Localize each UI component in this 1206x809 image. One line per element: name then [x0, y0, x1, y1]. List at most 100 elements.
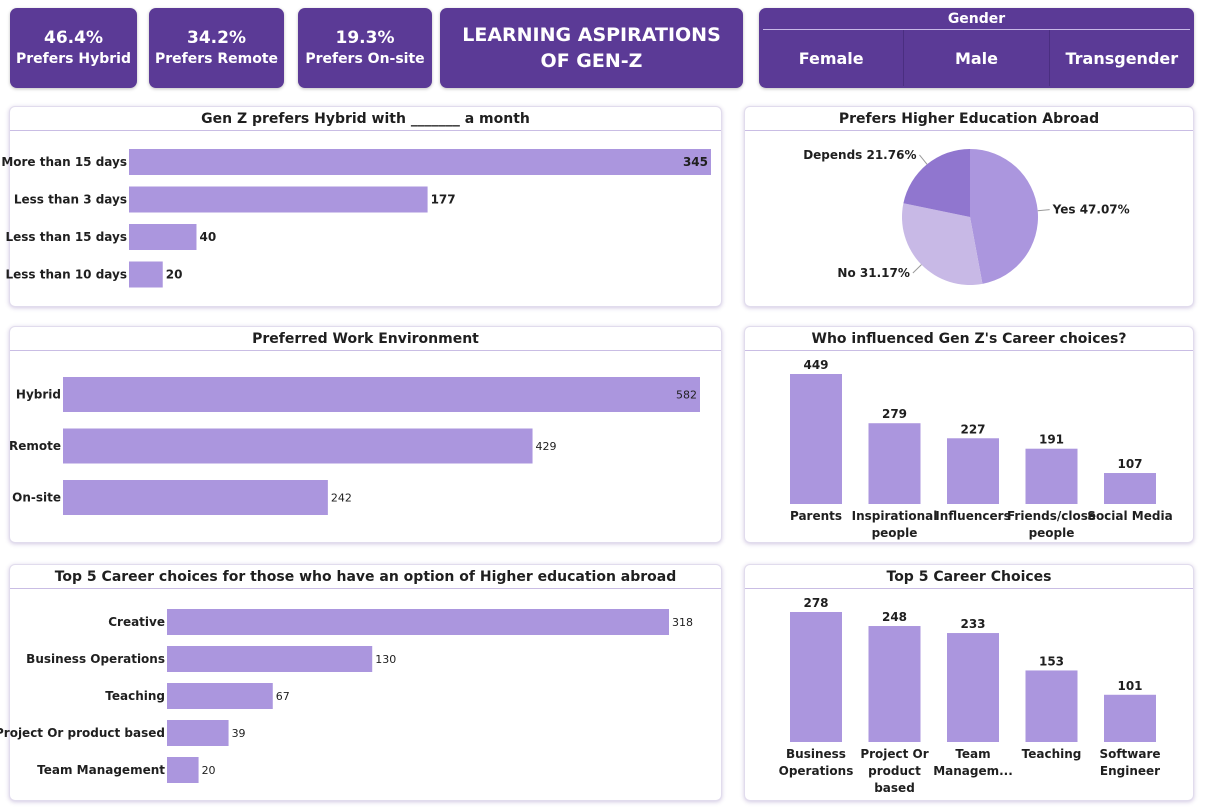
bar [129, 224, 197, 250]
data-label: 101 [1117, 679, 1142, 693]
bar [167, 757, 199, 783]
bar [63, 428, 533, 464]
slice-label: Depends 21.76% [803, 148, 916, 162]
category-label: Team [955, 747, 990, 761]
top-career-chart-panel: Top 5 Career Choices 278 Business Operatio… [744, 564, 1194, 801]
data-label: 39 [232, 727, 246, 740]
data-label: 449 [803, 358, 828, 372]
data-label: 177 [431, 193, 456, 207]
category-label: Hybrid [16, 388, 61, 402]
work-environment-chart-panel: Preferred Work Environment Hybrid 582 Remo… [9, 326, 722, 543]
data-label: 107 [1117, 457, 1142, 471]
abroad-career-chart-panel: Top 5 Career choices for those who have … [0, 564, 722, 801]
data-label: 227 [960, 422, 985, 436]
kpi-card-remote: 34.2% Prefers Remote [149, 8, 284, 88]
category-label: Influencers [935, 509, 1010, 523]
category-label: Operations [779, 764, 854, 778]
bar [167, 609, 669, 635]
category-label: Less than 3 days [14, 193, 127, 207]
data-label: 345 [683, 155, 708, 169]
category-label: Less than 10 days [5, 268, 127, 282]
data-label: 279 [882, 407, 907, 421]
category-label: product [868, 764, 921, 778]
bar [129, 186, 428, 213]
data-label: 233 [960, 617, 985, 631]
kpi-value: 34.2% [187, 28, 246, 48]
data-label: 242 [331, 492, 352, 505]
slicer-option-female[interactable]: Female [759, 30, 903, 86]
kpi-card-hybrid: 46.4% Prefers Hybrid [10, 8, 137, 88]
category-label: Creative [108, 615, 165, 629]
bar [167, 720, 229, 746]
bar [790, 612, 842, 742]
category-label: based [874, 781, 915, 795]
slice-label: Yes 47.07% [1052, 203, 1130, 217]
hybrid-days-chart: More than 15 days 345 Less than 3 days 177 L… [1, 149, 711, 288]
bar [129, 149, 711, 175]
data-label: 248 [882, 610, 907, 624]
bar [1104, 694, 1156, 742]
category-label: Parents [790, 509, 842, 523]
data-label: 20 [202, 764, 216, 777]
category-label: Engineer [1100, 764, 1160, 778]
category-label: Friends/close [1007, 509, 1096, 523]
data-label: 278 [803, 596, 828, 610]
work-environment-chart: Hybrid 582 Remote 429 On-site 242 [9, 377, 700, 515]
bar [868, 423, 921, 504]
category-label: Managem... [933, 764, 1013, 778]
leader-line [912, 264, 922, 274]
category-label: Inspirational [852, 509, 938, 523]
category-label: Project Or [860, 747, 928, 761]
category-label: Business Operations [26, 652, 165, 666]
category-label: Teaching [1022, 747, 1082, 761]
bar [167, 646, 373, 672]
data-label: 153 [1039, 654, 1064, 668]
category-label: Social Media [1087, 509, 1172, 523]
data-label: 582 [676, 389, 697, 402]
bar [868, 626, 921, 742]
category-label: people [872, 526, 918, 540]
kpi-label: Prefers Hybrid [16, 51, 131, 67]
data-label: 130 [375, 653, 396, 666]
top-career-chart: 278 Business Operations 248 Project Or produc… [779, 596, 1161, 795]
pie-slice [970, 149, 1038, 284]
bar [63, 377, 700, 412]
category-label: people [1029, 526, 1075, 540]
data-label: 318 [672, 616, 693, 629]
bar [1104, 473, 1156, 504]
dashboard: 46.4% Prefers Hybrid 34.2% Prefers Remot… [0, 0, 1206, 809]
abroad-career-chart: Creative 318 Business Operations 130 Teachin… [0, 609, 693, 783]
data-label: 191 [1039, 433, 1064, 447]
career-influence-chart-panel: Who influenced Gen Z's Career choices? 4… [744, 326, 1194, 543]
higher-education-abroad-panel: Prefers Higher Education Abroad Yes 47.0… [744, 106, 1194, 307]
hybrid-days-chart-panel: Gen Z prefers Hybrid with _______ a mont… [1, 106, 722, 307]
category-label: Software [1099, 747, 1160, 761]
leader-line [919, 154, 928, 165]
higher-education-pie-chart: Yes 47.07% No 31.17% Depends 21.76% [803, 148, 1130, 286]
page-title: LEARNING ASPIRATIONS OF GEN-Z [440, 8, 743, 88]
slice-label: No 31.17% [837, 266, 909, 280]
kpi-card-onsite: 19.3% Prefers On-site [298, 8, 432, 88]
kpi-label: Prefers On-site [305, 51, 425, 67]
bar [167, 683, 273, 709]
bar [1025, 448, 1078, 504]
data-label: 40 [199, 230, 216, 244]
category-label: Less than 15 days [5, 230, 127, 244]
category-label: More than 15 days [1, 155, 127, 169]
bar [129, 261, 163, 288]
category-label: Project Or product based [0, 726, 165, 740]
kpi-value: 46.4% [44, 28, 103, 48]
category-label: Business [786, 747, 846, 761]
bar [1025, 670, 1078, 742]
category-label: Team Management [37, 763, 165, 777]
data-label: 20 [166, 268, 183, 282]
category-label: On-site [12, 491, 61, 505]
data-label: 429 [536, 440, 557, 453]
data-label: 67 [276, 690, 290, 703]
category-label: Remote [9, 439, 61, 453]
bar [63, 480, 328, 515]
leader-line [1037, 209, 1050, 212]
bar [790, 374, 842, 504]
slicer-option-male[interactable]: Male [903, 30, 1048, 86]
slicer-option-transgender[interactable]: Transgender [1048, 30, 1194, 86]
